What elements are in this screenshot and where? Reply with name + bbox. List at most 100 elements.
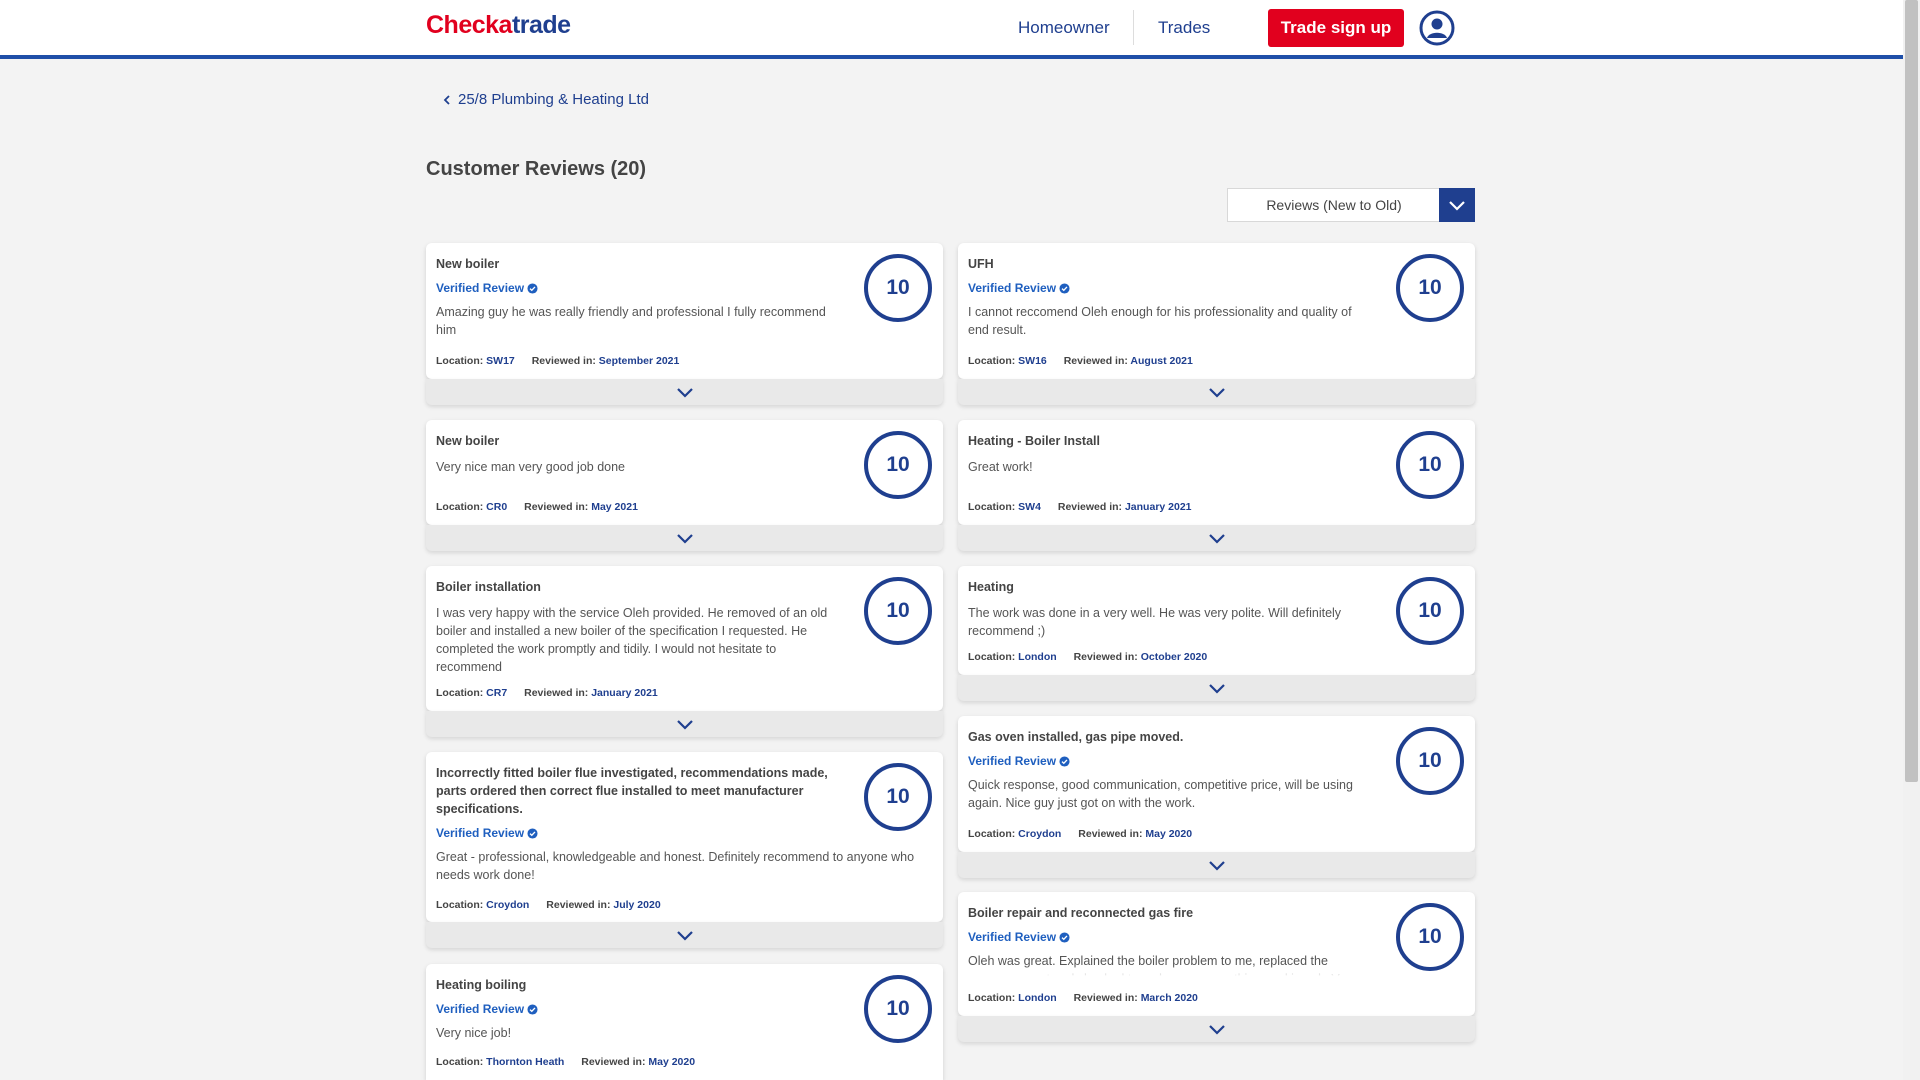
review-date: January 2021 <box>591 687 658 699</box>
review-date: May 2020 <box>648 1056 696 1068</box>
chevron-down-icon <box>676 930 693 941</box>
expand-review-button[interactable] <box>958 675 1475 701</box>
review-score: 10 <box>864 975 932 1043</box>
expand-review-button[interactable] <box>958 525 1475 551</box>
nav-trades[interactable]: Trades <box>1158 18 1210 38</box>
review-meta: Location: CR7 Reviewed in: January 2021 <box>436 687 658 699</box>
location-label: Location: <box>968 355 1016 367</box>
review-meta: Location: CR0 Reviewed in: May 2021 <box>436 501 638 513</box>
expand-review-button[interactable] <box>958 852 1475 878</box>
expand-review-button[interactable] <box>958 1016 1475 1042</box>
sort-dropdown-toggle[interactable] <box>1439 188 1475 222</box>
review-score: 10 <box>864 763 932 831</box>
user-circle-icon[interactable] <box>1419 10 1455 46</box>
verified-check-icon <box>527 827 538 839</box>
review-card: Heating - Boiler Install Great work! Loc… <box>958 420 1475 525</box>
review-date: September 2021 <box>598 355 680 367</box>
checkatrade-logo[interactable]: Checkatrade <box>426 11 571 40</box>
logo-part-2: trade <box>511 11 571 39</box>
review-text: I cannot reccomend Oleh enough for his p… <box>968 305 1352 337</box>
chevron-down-icon <box>1449 200 1465 211</box>
reviewed-in-label: Reviewed in: <box>581 1056 646 1068</box>
site-header: Checkatrade Homeowner Trades Trade sign … <box>0 0 1903 59</box>
review-location: London <box>1018 992 1057 1004</box>
review-meta: Location: SW17 Reviewed in: September 20… <box>436 355 679 367</box>
location-label: Location: <box>968 992 1016 1004</box>
chevron-down-icon <box>676 387 693 398</box>
review-text: Great work! <box>968 460 1033 474</box>
review-text: Quick response, good communication, comp… <box>968 778 1353 810</box>
verified-label: Verified Review <box>436 1002 525 1016</box>
expand-review-button[interactable] <box>958 379 1475 405</box>
review-title: Incorrectly fitted boiler flue investiga… <box>436 766 828 816</box>
review-text: Great - professional, knowledgeable and … <box>436 850 915 882</box>
review-meta: Location: SW16 Reviewed in: August 2021 <box>968 355 1193 367</box>
review-text: Very nice job! <box>436 1026 512 1040</box>
chevron-down-icon <box>1208 860 1225 871</box>
sort-dropdown[interactable]: Reviews (New to Old) <box>1227 188 1475 222</box>
location-label: Location: <box>436 899 484 911</box>
scrollbar-thumb[interactable] <box>1905 0 1918 782</box>
verified-review-badge: Verified Review <box>436 826 833 840</box>
review-score: 10 <box>1396 431 1464 499</box>
expand-review-button[interactable] <box>426 711 943 737</box>
verified-review-badge: Verified Review <box>968 754 1365 768</box>
review-date: May 2020 <box>1145 828 1193 840</box>
review-location: Thornton Heath <box>486 1056 565 1068</box>
verified-label: Verified Review <box>436 826 525 840</box>
review-score: 10 <box>864 577 932 645</box>
location-label: Location: <box>436 687 484 699</box>
location-label: Location: <box>968 651 1016 663</box>
review-score: 10 <box>864 254 932 322</box>
review-title: UFH <box>968 257 994 271</box>
review-meta: Location: Croydon Reviewed in: May 2020 <box>968 828 1192 840</box>
expand-review-button[interactable] <box>426 379 943 405</box>
review-title: Boiler repair and reconnected gas fire <box>968 906 1194 920</box>
review-card: Boiler repair and reconnected gas fire V… <box>958 892 1475 1016</box>
review-meta: Location: London Reviewed in: March 2020 <box>968 992 1198 1004</box>
sort-selected-value: Reviews (New to Old) <box>1266 197 1402 213</box>
verified-label: Verified Review <box>968 754 1057 768</box>
review-location: SW17 <box>486 355 515 367</box>
review-date: October 2020 <box>1140 651 1208 663</box>
expand-review-button[interactable] <box>426 525 943 551</box>
trade-signup-button[interactable]: Trade sign up <box>1268 9 1404 47</box>
review-score: 10 <box>1396 577 1464 645</box>
location-label: Location: <box>436 1056 484 1068</box>
review-location: SW4 <box>1018 501 1041 513</box>
reviewed-in-label: Reviewed in: <box>1073 992 1138 1004</box>
review-title: Heating <box>968 580 1014 594</box>
verified-review-badge: Verified Review <box>968 930 1365 944</box>
review-date: May 2021 <box>591 501 638 513</box>
nav-divider <box>1133 10 1134 45</box>
reviewed-in-label: Reviewed in: <box>524 687 589 699</box>
chevron-down-icon <box>676 533 693 544</box>
review-title: Gas oven installed, gas pipe moved. <box>968 730 1184 744</box>
chevron-down-icon <box>1208 683 1225 694</box>
chevron-down-icon <box>1208 1024 1225 1035</box>
page-title: Customer Reviews (20) <box>426 158 647 180</box>
review-meta: Location: SW4 Reviewed in: January 2021 <box>968 501 1192 513</box>
review-date: July 2020 <box>613 899 661 911</box>
verified-label: Verified Review <box>436 281 525 295</box>
review-meta: Location: Thornton Heath Reviewed in: Ma… <box>436 1056 695 1068</box>
verified-check-icon <box>1059 755 1070 767</box>
breadcrumb-label: 25/8 Plumbing & Heating Ltd <box>458 91 649 108</box>
expand-review-button[interactable] <box>426 922 943 948</box>
breadcrumb[interactable]: 25/8 Plumbing & Heating Ltd <box>442 91 649 108</box>
reviewed-in-label: Reviewed in: <box>1078 828 1143 840</box>
chevron-down-icon <box>1208 533 1225 544</box>
nav-homeowner[interactable]: Homeowner <box>1018 18 1110 38</box>
reviewed-in-label: Reviewed in: <box>1073 651 1138 663</box>
review-date: January 2021 <box>1124 501 1192 513</box>
location-label: Location: <box>968 501 1016 513</box>
chevron-down-icon <box>1208 387 1225 398</box>
review-score: 10 <box>1396 254 1464 322</box>
review-text: Oleh was great. Explained the boiler pro… <box>968 952 1365 976</box>
verified-check-icon <box>1059 931 1070 943</box>
logo-part-1: Checka <box>426 11 512 39</box>
review-location: CR0 <box>486 501 508 513</box>
review-location: CR7 <box>486 687 508 699</box>
reviewed-in-label: Reviewed in: <box>1057 501 1123 513</box>
review-date: March 2020 <box>1140 992 1198 1004</box>
